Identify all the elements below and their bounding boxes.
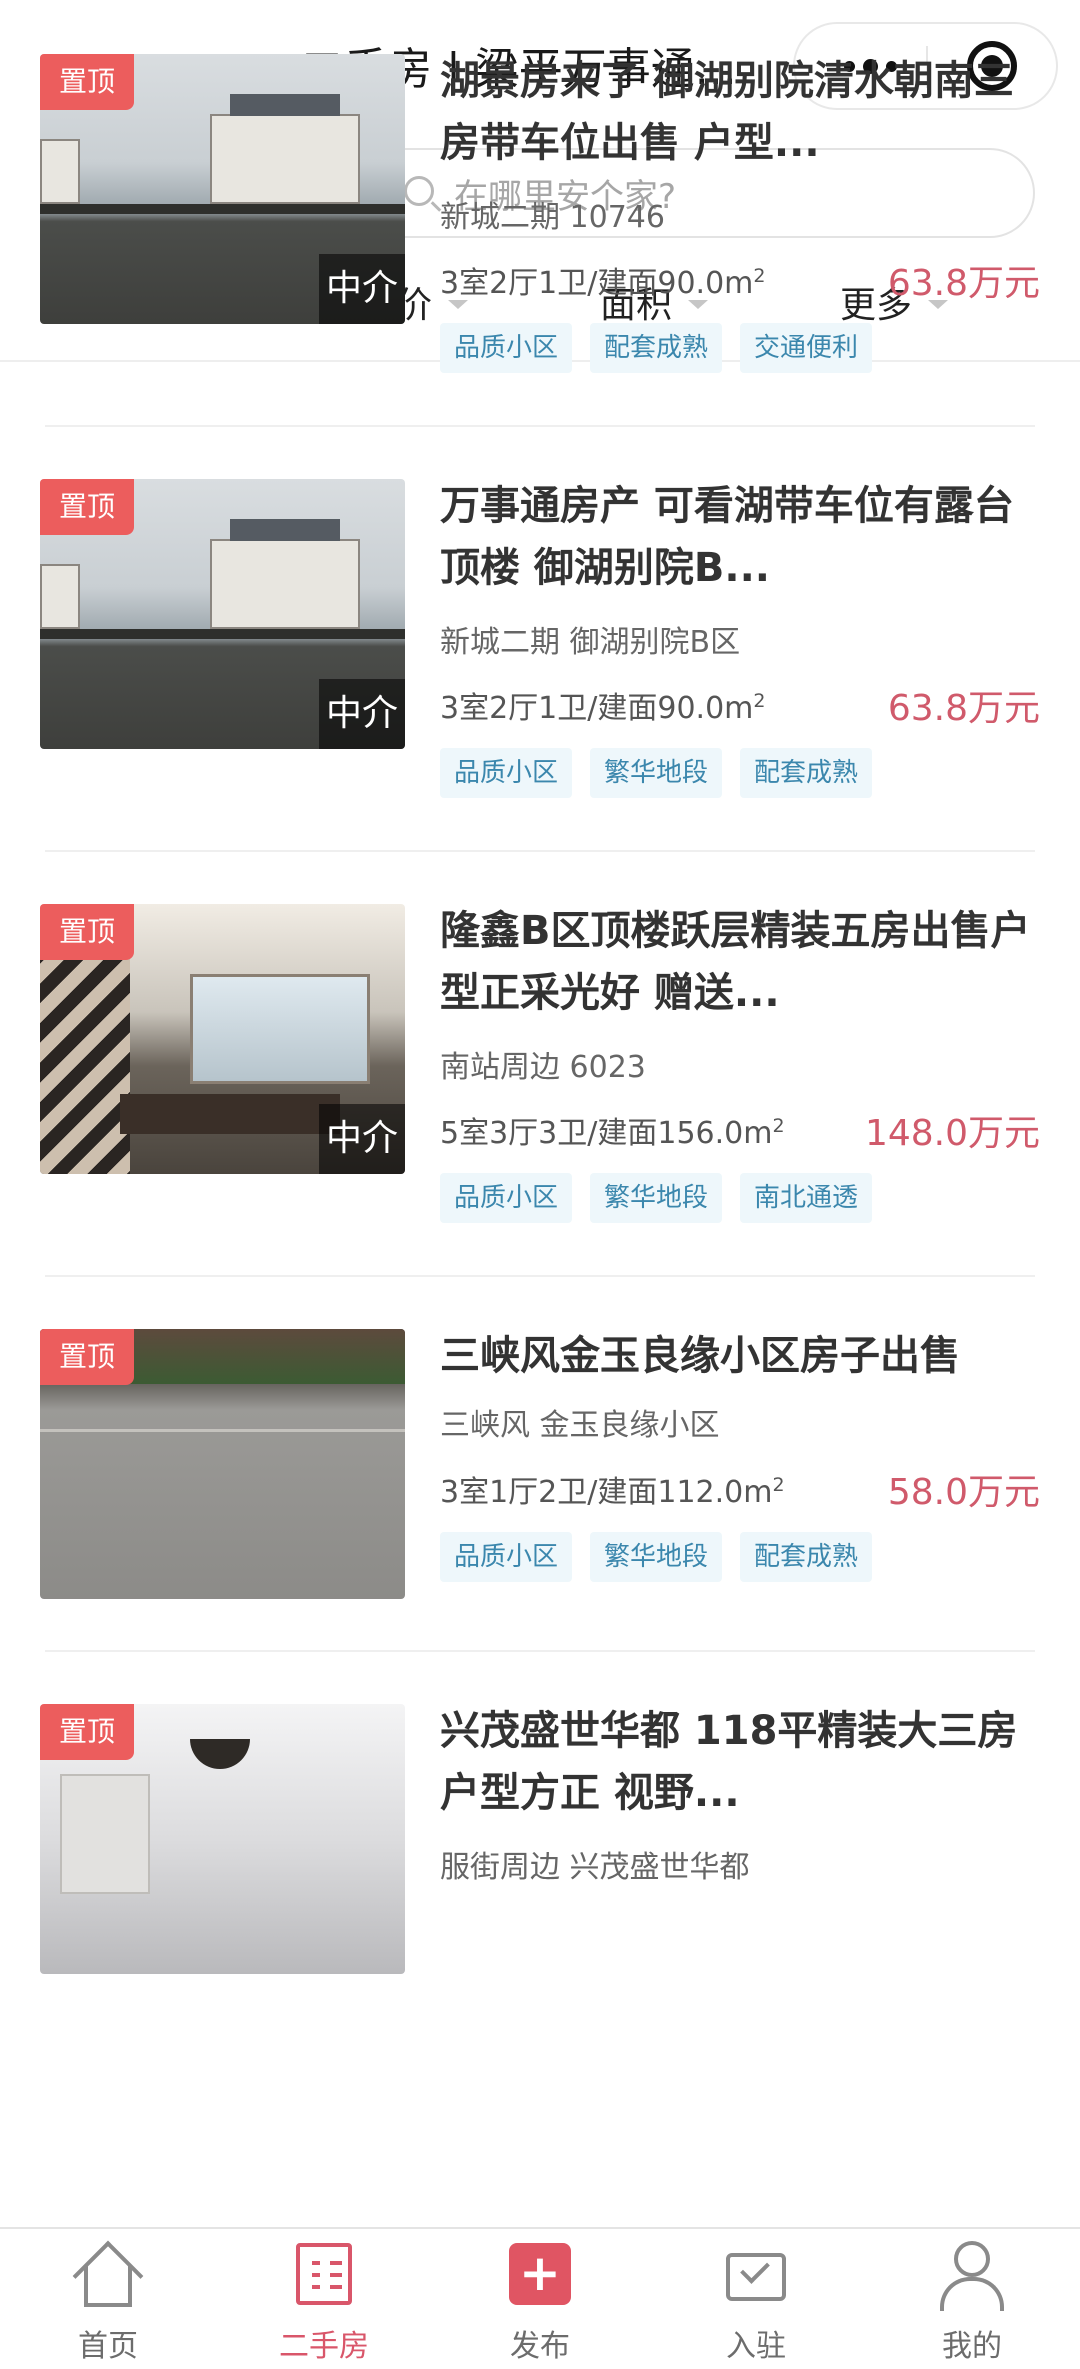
feature-tag: 配套成熟: [740, 1532, 873, 1582]
listing-tags: 品质小区 繁华地段 配套成熟: [440, 1532, 873, 1582]
agent-badge: 中介: [319, 1104, 405, 1174]
listing-price: 63.8万元: [887, 263, 1040, 304]
roof-shape: [230, 519, 340, 541]
listing-layout: 5室3厅3卫/建面156.0m2: [440, 1108, 785, 1152]
home-icon: [84, 2265, 132, 2307]
agent-badge: 中介: [319, 679, 405, 749]
road-line-shape: [40, 1429, 405, 1432]
pinned-badge: 置顶: [40, 904, 134, 960]
plus-icon: +: [509, 2243, 571, 2305]
tab-label: 首页: [78, 2329, 138, 2364]
search-icon: [403, 176, 434, 206]
feature-tag: 繁华地段: [590, 1173, 723, 1223]
feature-tag: 品质小区: [440, 1532, 573, 1582]
tab-label: 入驻: [726, 2329, 786, 2364]
wall-panel-shape: [60, 1774, 150, 1894]
building-shape: [210, 114, 360, 204]
join-icon: [726, 2253, 786, 2301]
feature-tag: 品质小区: [440, 748, 573, 798]
tab-me[interactable]: 我的: [864, 2229, 1080, 2369]
listing-price: 63.8万元: [887, 688, 1040, 729]
listing-tags: 品质小区 繁华地段 配套成熟: [440, 748, 873, 798]
tab-home[interactable]: 首页: [0, 2229, 216, 2369]
tab-label: 我的: [942, 2329, 1002, 2364]
listing-photo: 置顶 中介: [40, 54, 405, 324]
feature-tag: 品质小区: [440, 323, 573, 373]
divider: [45, 1275, 1035, 1277]
listing-location: 南站周边 6023: [440, 1050, 646, 1085]
feature-tag: 品质小区: [440, 1173, 573, 1223]
feature-tag: 繁华地段: [590, 1532, 723, 1582]
feature-tag: 交通便利: [740, 323, 873, 373]
divider: [45, 425, 1035, 427]
listing-photo: 置顶 中介: [40, 904, 405, 1174]
building-shape: [40, 139, 80, 204]
area-superscript: 2: [753, 690, 766, 712]
listing-tags: 品质小区 繁华地段 南北通透: [440, 1173, 873, 1223]
tab-label: 发布: [510, 2329, 570, 2364]
listing-layout: 3室2厅1卫/建面90.0m2: [440, 683, 765, 727]
listing-layout: 3室2厅1卫/建面90.0m2: [440, 258, 765, 302]
building-shape: [210, 539, 360, 629]
pinned-badge: 置顶: [40, 479, 134, 535]
bottom-tab-bar: 首页 二手房 + 发布 入驻 我的: [0, 2227, 1080, 2369]
divider: [45, 1650, 1035, 1652]
pinned-badge: 置顶: [40, 54, 134, 110]
user-icon: [940, 2277, 1004, 2311]
listing-tags: 品质小区 配套成熟 交通便利: [440, 323, 873, 373]
building-icon: [296, 2243, 352, 2305]
staircase-shape: [40, 944, 130, 1174]
listing-title: 三峡风金玉良缘小区房子出售: [440, 1333, 960, 1379]
feature-tag: 配套成熟: [590, 323, 723, 373]
chandelier-shape: [190, 1739, 250, 1769]
listing-title: 湖景房来了 御湖别院清水朝南三房带车位出售 户型...: [440, 58, 1014, 166]
listing-price: 148.0万元: [864, 1113, 1040, 1154]
agent-badge: 中介: [319, 254, 405, 324]
table-shape: [120, 1094, 340, 1134]
feature-tag: 繁华地段: [590, 748, 723, 798]
area-superscript: 2: [772, 1115, 785, 1137]
feature-tag: 南北通透: [740, 1173, 873, 1223]
listing-title: 兴茂盛世华都 118平精装大三房 户型方正 视野...: [440, 1708, 1018, 1816]
user-icon: [954, 2241, 990, 2277]
listing-location: 三峡风 金玉良缘小区: [440, 1408, 720, 1443]
pinned-badge: 置顶: [40, 1329, 134, 1385]
roof-shape: [230, 94, 340, 116]
railing-shape: [40, 629, 405, 639]
building-shape: [40, 564, 80, 629]
listing-photo: 置顶: [40, 1704, 405, 1974]
listing-photo: 置顶: [40, 1329, 405, 1599]
layout-text: 5室3厅3卫/建面156.0m: [440, 1116, 773, 1151]
layout-text: 3室2厅1卫/建面90.0m: [440, 691, 754, 726]
tab-publish[interactable]: + 发布: [432, 2229, 648, 2369]
listing-title: 万事通房产 可看湖带车位有露台 顶楼 御湖别院B...: [440, 483, 1014, 591]
feature-tag: 配套成熟: [740, 748, 873, 798]
tab-label: 二手房: [279, 2329, 369, 2364]
listing-title: 隆鑫B区顶楼跃层精装五房出售户型正采光好 赠送...: [440, 908, 1031, 1016]
railing-shape: [40, 204, 405, 214]
area-superscript: 2: [772, 1474, 785, 1496]
layout-text: 3室2厅1卫/建面90.0m: [440, 266, 754, 301]
listing-price: 58.0万元: [887, 1472, 1040, 1513]
tab-join[interactable]: 入驻: [648, 2229, 864, 2369]
listing-location: 新城二期 10746: [440, 200, 665, 235]
tab-second-hand[interactable]: 二手房: [216, 2229, 432, 2369]
divider: [45, 850, 1035, 852]
listing-location: 服街周边 兴茂盛世华都: [440, 1850, 750, 1885]
listing-photo: 置顶 中介: [40, 479, 405, 749]
layout-text: 3室1厅2卫/建面112.0m: [440, 1475, 773, 1510]
window-shape: [190, 974, 370, 1084]
listing-layout: 3室1厅2卫/建面112.0m2: [440, 1467, 785, 1511]
pinned-badge: 置顶: [40, 1704, 134, 1760]
area-superscript: 2: [753, 265, 766, 287]
listing-location: 新城二期 御湖别院B区: [440, 625, 741, 660]
